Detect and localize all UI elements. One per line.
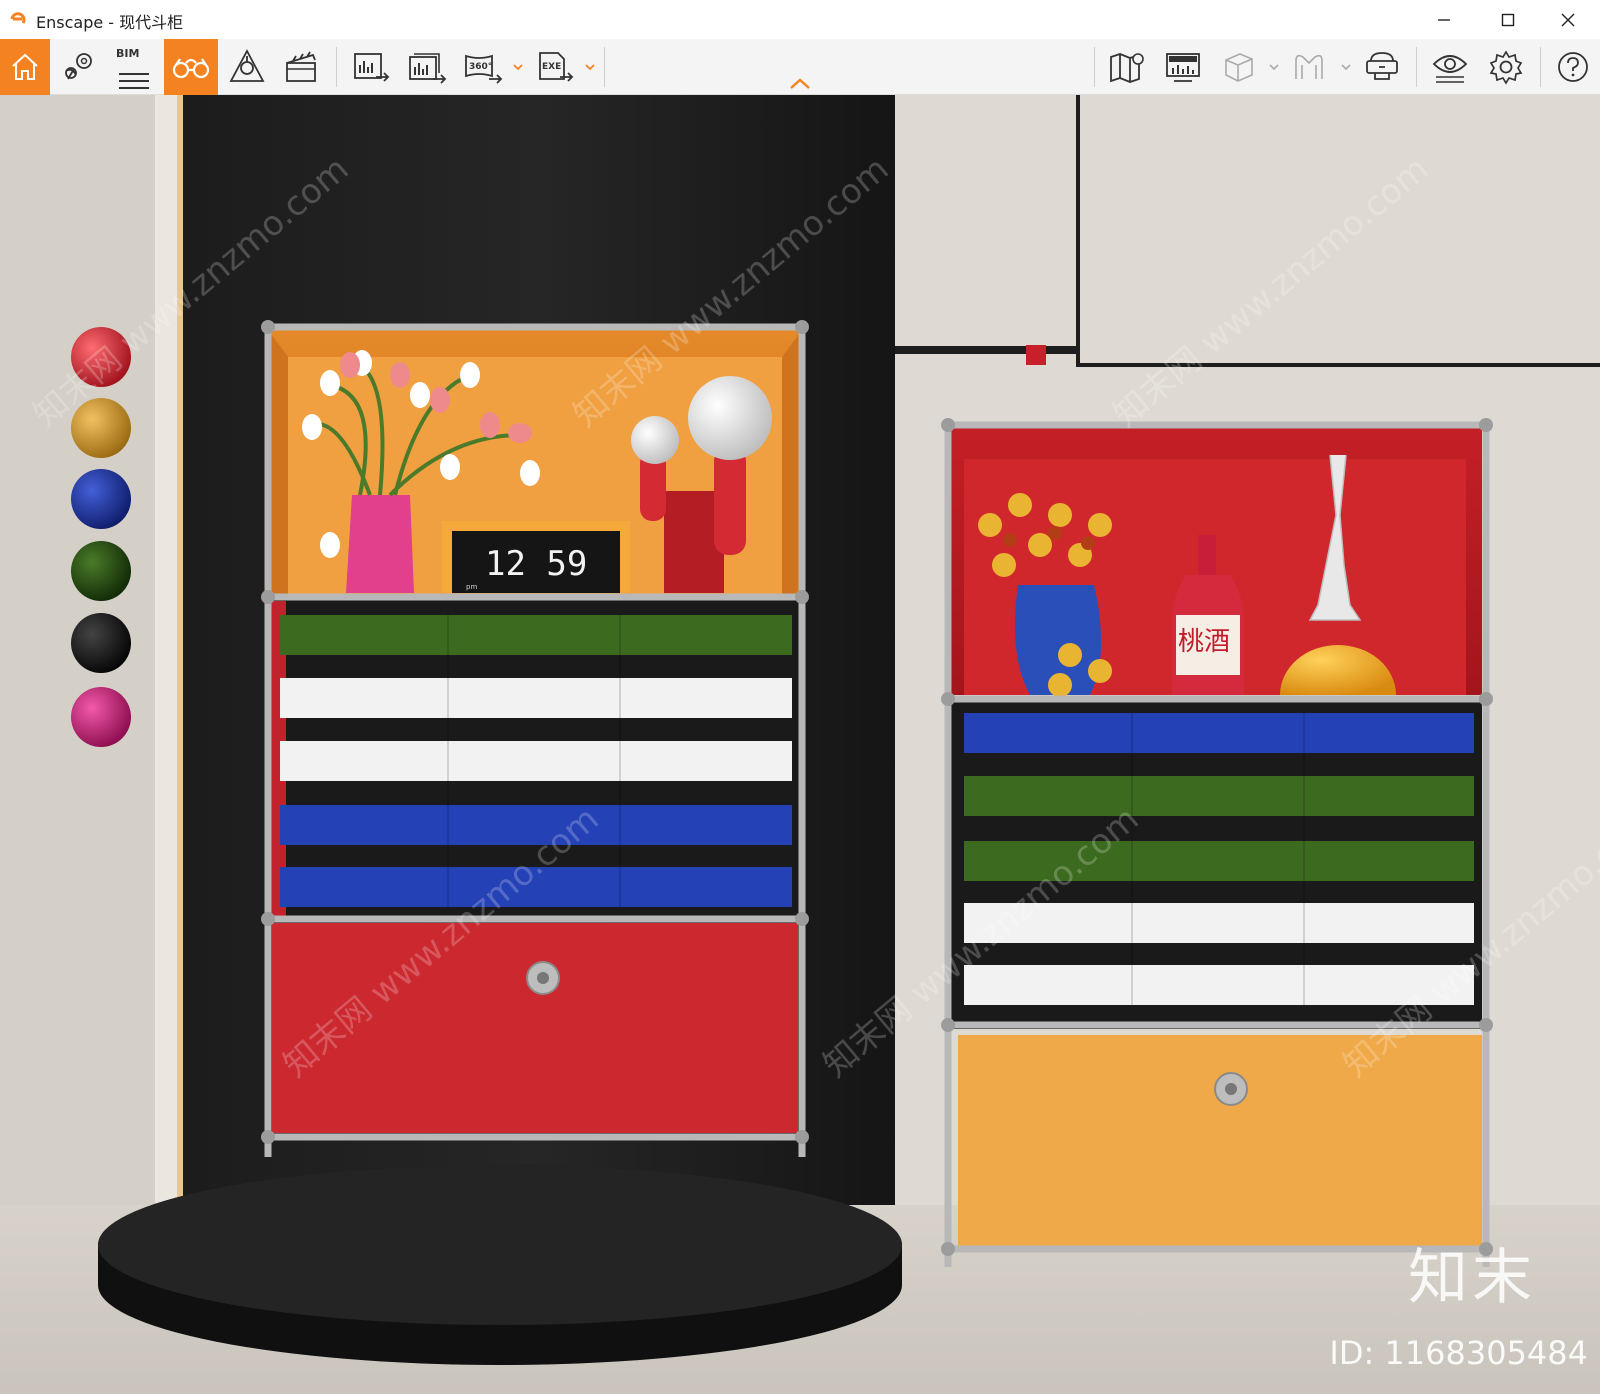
- collapse-toolbar-icon[interactable]: [788, 77, 812, 91]
- chevron-down-icon[interactable]: [1340, 61, 1352, 73]
- image-id-label: ID: 1168305484: [1329, 1334, 1588, 1372]
- title-bar: Enscape - 现代斗柜: [0, 0, 1600, 39]
- gear-icon: [1489, 50, 1523, 85]
- minimize-icon: [1438, 18, 1450, 21]
- toolbar-separator: [1416, 47, 1417, 87]
- enscape-logo-icon: [10, 12, 26, 24]
- cube-button[interactable]: [1214, 39, 1262, 95]
- bottle-label: 桃酒: [1178, 627, 1230, 657]
- screenshot-export-button[interactable]: [346, 39, 396, 95]
- map-icon: [1110, 53, 1144, 83]
- help-button[interactable]: [1548, 39, 1598, 95]
- eye-settings-icon: [1432, 55, 1468, 83]
- chevron-down-icon[interactable]: [584, 61, 596, 73]
- binoculars-icon: [172, 58, 210, 79]
- toolbar-separator: [1540, 47, 1541, 87]
- batch-export-icon: [409, 53, 447, 84]
- asset-library-button[interactable]: [222, 39, 272, 95]
- batch-export-button[interactable]: [402, 39, 452, 95]
- panorama-export-icon: 360°: [465, 54, 503, 84]
- bim-button[interactable]: BIM: [108, 39, 160, 95]
- home-icon: [12, 53, 38, 80]
- maximize-button[interactable]: [1476, 0, 1540, 39]
- binoculars-button[interactable]: [164, 39, 218, 95]
- location-pin-icon: [65, 53, 92, 80]
- chevron-down-icon[interactable]: [1268, 61, 1280, 73]
- brand-watermark-logo: 知末: [1408, 1243, 1536, 1313]
- video-editor-button[interactable]: [276, 39, 326, 95]
- visual-settings-button[interactable]: [1424, 39, 1476, 95]
- render-viewport[interactable]: 12 59 pm 桃酒 知末网 www.znzmo.com 知末网 www.zn…: [0, 95, 1600, 1394]
- toolbar-separator: [336, 47, 337, 87]
- help-icon: [1558, 52, 1588, 82]
- exe-export-button[interactable]: EXE: [530, 39, 580, 95]
- vr-headset-icon: [1366, 52, 1398, 80]
- scene-render: 12 59 pm 桃酒: [0, 95, 1600, 1394]
- exe-export-icon: EXE: [539, 52, 574, 82]
- map-button[interactable]: [1102, 39, 1152, 95]
- toolbar-separator: [1094, 47, 1095, 87]
- cube-icon: [1225, 53, 1253, 82]
- home-button[interactable]: [0, 39, 50, 95]
- main-toolbar: BIM 360° EXE: [0, 39, 1600, 95]
- exe-label: EXE: [542, 62, 561, 72]
- panorama-360-label: 360°: [469, 62, 492, 72]
- monitor-chart-button[interactable]: [1158, 39, 1208, 95]
- vr-button[interactable]: [1284, 39, 1334, 95]
- vr-icon: [1295, 54, 1323, 79]
- clock-ampm: pm: [466, 583, 477, 591]
- screenshot-export-icon: [354, 53, 390, 82]
- asset-library-icon: [229, 49, 265, 82]
- vr-headset-button[interactable]: [1356, 39, 1408, 95]
- monitor-chart-icon: [1166, 53, 1200, 82]
- close-icon: [1561, 13, 1575, 26]
- close-button[interactable]: [1536, 0, 1600, 39]
- bim-label: BIM: [116, 47, 140, 60]
- minimize-button[interactable]: [1412, 0, 1476, 39]
- panorama-export-button[interactable]: 360°: [458, 39, 508, 95]
- chevron-down-icon[interactable]: [512, 61, 524, 73]
- bim-list-icon: [119, 73, 149, 89]
- views-button[interactable]: [52, 39, 104, 95]
- toolbar-separator: [604, 47, 605, 87]
- clock-display: 12 59: [485, 544, 587, 584]
- window-title: Enscape - 现代斗柜: [36, 13, 184, 32]
- maximize-icon: [1501, 13, 1515, 26]
- settings-button[interactable]: [1480, 39, 1532, 95]
- clapperboard-icon: [286, 51, 316, 82]
